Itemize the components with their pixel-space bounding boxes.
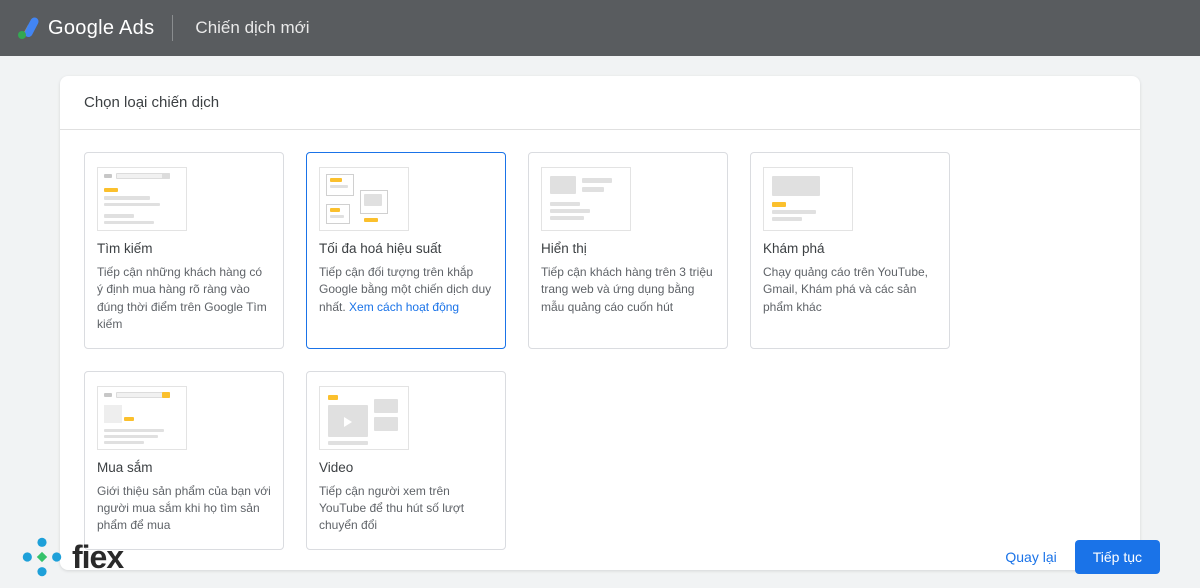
tile-performance-max[interactable]: Tối đa hoá hiệu suất Tiếp cận đối tượng … xyxy=(306,152,506,349)
tile-video[interactable]: Video Tiếp cận người xem trên YouTube để… xyxy=(306,371,506,550)
section-title: Chọn loại chiến dịch xyxy=(60,76,1140,130)
tile-desc: Tiếp cận những khách hàng có ý định mua … xyxy=(97,264,271,334)
tile-grid: Tìm kiếm Tiếp cận những khách hàng có ý … xyxy=(60,130,1140,570)
app-header: Google Ads Chiến dịch mới xyxy=(0,0,1200,56)
fiex-logo: fiex xyxy=(20,535,123,579)
page-title: Chiến dịch mới xyxy=(195,18,309,38)
fiex-icon xyxy=(20,535,64,579)
tile-title: Video xyxy=(319,460,493,475)
back-button[interactable]: Quay lại xyxy=(1005,549,1056,565)
pmax-thumbnail-icon xyxy=(319,167,409,231)
tile-desc: Tiếp cận khách hàng trên 3 triệu trang w… xyxy=(541,264,715,316)
tile-desc: Tiếp cận đối tượng trên khắp Google bằng… xyxy=(319,264,493,316)
video-thumbnail-icon xyxy=(319,386,409,450)
tile-title: Tối đa hoá hiệu suất xyxy=(319,241,493,256)
fiex-logo-text: fiex xyxy=(72,539,123,576)
discovery-thumbnail-icon xyxy=(763,167,853,231)
header-divider xyxy=(172,15,173,41)
google-ads-icon xyxy=(16,16,40,40)
tile-desc: Chạy quảng cáo trên YouTube, Gmail, Khám… xyxy=(763,264,937,316)
product-name: Google Ads xyxy=(48,17,154,40)
tile-title: Mua sắm xyxy=(97,460,271,475)
next-button[interactable]: Tiếp tục xyxy=(1075,540,1160,574)
tile-link[interactable]: Xem cách hoạt động xyxy=(349,300,459,314)
tile-search[interactable]: Tìm kiếm Tiếp cận những khách hàng có ý … xyxy=(84,152,284,349)
display-thumbnail-icon xyxy=(541,167,631,231)
tile-title: Hiển thị xyxy=(541,241,715,256)
tile-discovery[interactable]: Khám phá Chạy quảng cáo trên YouTube, Gm… xyxy=(750,152,950,349)
search-thumbnail-icon xyxy=(97,167,187,231)
tile-shopping[interactable]: Mua sắm Giới thiệu sản phẩm của bạn với … xyxy=(84,371,284,550)
main-content: Chọn loại chiến dịch Tìm kiếm Tiếp cận n… xyxy=(0,56,1200,570)
tile-title: Khám phá xyxy=(763,241,937,256)
footer-bar: fiex Quay lại Tiếp tục xyxy=(0,526,1200,588)
tile-display[interactable]: Hiển thị Tiếp cận khách hàng trên 3 triệ… xyxy=(528,152,728,349)
google-ads-logo: Google Ads xyxy=(16,16,154,40)
tile-title: Tìm kiếm xyxy=(97,241,271,256)
shopping-thumbnail-icon xyxy=(97,386,187,450)
campaign-type-card: Chọn loại chiến dịch Tìm kiếm Tiếp cận n… xyxy=(60,76,1140,570)
footer-actions: Quay lại Tiếp tục xyxy=(1005,540,1160,574)
